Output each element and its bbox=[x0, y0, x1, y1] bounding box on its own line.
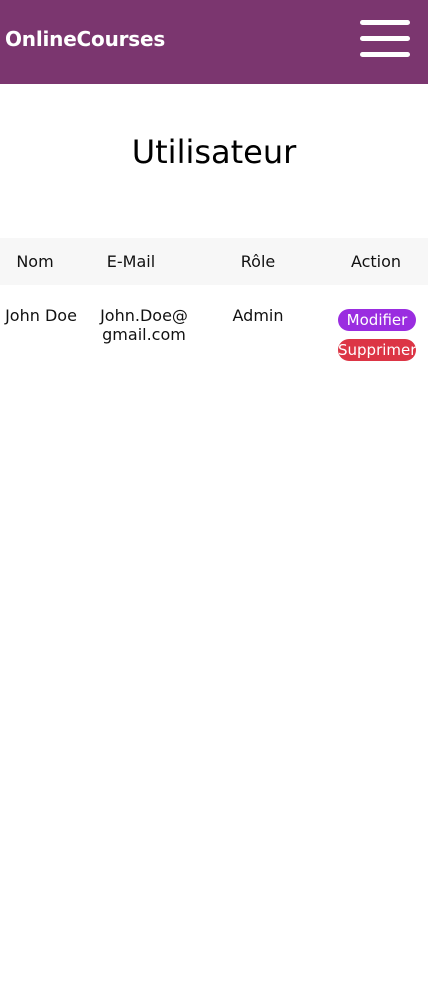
user-name-cell: John Doe bbox=[5, 306, 77, 325]
brand-logo-link[interactable]: OnlineCourses bbox=[5, 27, 165, 51]
menu-bar-middle bbox=[360, 36, 410, 41]
app-root: OnlineCourses Utilisateur Nom E-Mail Rôl… bbox=[0, 0, 428, 982]
column-header-name: Nom bbox=[16, 252, 54, 271]
menu-bar-top bbox=[360, 20, 410, 25]
edit-user-button[interactable]: Modifier bbox=[338, 309, 416, 331]
users-table: Nom E-Mail Rôle Action John Doe John.Doe… bbox=[0, 238, 428, 375]
delete-user-button[interactable]: Supprimer bbox=[338, 339, 416, 361]
page-title: Utilisateur bbox=[131, 133, 297, 171]
table-row: John Doe John.Doe@ gmail.com Admin Modif… bbox=[0, 285, 428, 375]
user-role-cell: Admin bbox=[232, 306, 284, 325]
table-header: Nom E-Mail Rôle Action bbox=[0, 238, 428, 285]
column-header-role: Rôle bbox=[240, 252, 276, 271]
user-email-cell: John.Doe@ gmail.com bbox=[100, 306, 188, 344]
column-header-email: E-Mail bbox=[106, 252, 156, 271]
hamburger-menu-icon[interactable] bbox=[358, 20, 410, 60]
menu-bar-bottom bbox=[360, 52, 410, 57]
top-navbar: OnlineCourses bbox=[0, 0, 428, 84]
column-header-action: Action bbox=[350, 252, 402, 271]
